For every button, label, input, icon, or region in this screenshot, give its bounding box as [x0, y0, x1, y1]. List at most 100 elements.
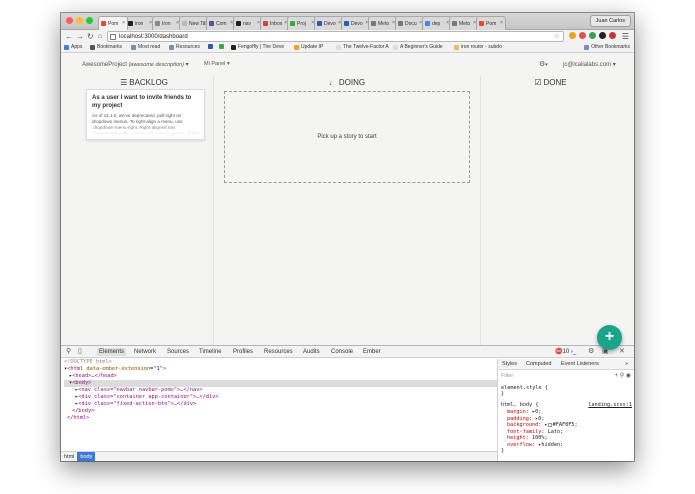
- devtools-tab-sources[interactable]: Sources: [167, 348, 189, 356]
- bookmark-icon: [294, 44, 299, 50]
- close-devtools-icon[interactable]: ✕: [619, 347, 625, 357]
- close-tab-icon[interactable]: ×: [500, 20, 503, 26]
- devtools-tab-resources[interactable]: Resources: [264, 348, 293, 356]
- dom-body-close[interactable]: </body>: [64, 408, 497, 415]
- other-bookmarks[interactable]: Other Bookmarks: [584, 44, 630, 50]
- device-mode-icon[interactable]: ▯: [78, 347, 82, 357]
- styles-pane: Styles Computed Event Listeners » Filter…: [497, 359, 634, 461]
- search-icon[interactable]: ⚲: [66, 347, 71, 357]
- home-icon[interactable]: ⌂: [98, 31, 102, 42]
- browser-tab[interactable]: Inbox ×: [260, 16, 290, 30]
- dom-div-container[interactable]: ▸<div class="container app-container">…<…: [64, 394, 497, 401]
- tab-label: Pom: [486, 20, 497, 27]
- bookmark-item[interactable]: Update IP: [294, 44, 323, 50]
- dom-html[interactable]: ▾<html data-ember-extension="1">: [64, 366, 497, 373]
- close-tab-icon[interactable]: ×: [122, 20, 125, 26]
- css-rule-selector[interactable]: html, body {: [501, 402, 538, 409]
- backlog-header: ☰ BACKLOG: [120, 78, 168, 87]
- tab-label: Com: [216, 20, 227, 27]
- browser-tab[interactable]: iron ×: [125, 16, 155, 30]
- dom-html-close[interactable]: </html>: [64, 415, 497, 422]
- color-swatch[interactable]: [547, 422, 552, 427]
- dom-doctype[interactable]: <!DOCTYPE html>: [64, 359, 497, 366]
- devtools-tab-network[interactable]: Network: [134, 348, 156, 356]
- doing-dropzone[interactable]: Pick up a story to start: [224, 91, 470, 183]
- folder-icon: [584, 44, 590, 50]
- profile-chip[interactable]: Juan Carlos: [589, 15, 631, 27]
- styles-filter-input[interactable]: Filter: [501, 373, 513, 379]
- element-style-close: }: [501, 391, 505, 397]
- user-dropdown[interactable]: jc@icalialabs.com ▾: [563, 61, 616, 68]
- extension-icon[interactable]: [569, 32, 576, 39]
- favicon-icon: [263, 21, 268, 26]
- brand[interactable]: AwesomeProject (awesome description) ▾: [82, 61, 189, 68]
- gear-icon[interactable]: ⚙: [588, 347, 594, 357]
- browser-tab[interactable]: Com ×: [206, 16, 236, 30]
- bookmark-item[interactable]: The Twelve-Factor A: [336, 44, 389, 50]
- devtools-tab-ember[interactable]: Ember: [363, 348, 381, 356]
- address-bar[interactable]: localhost:3000/dashboard ☆: [107, 31, 564, 42]
- browser-tab[interactable]: nav ×: [233, 16, 263, 30]
- css-source-link[interactable]: landing.scss:1: [588, 402, 632, 408]
- dom-body[interactable]: ▾<body>: [64, 380, 497, 387]
- tab-computed[interactable]: Computed: [526, 361, 551, 367]
- story-card[interactable]: As a user I want to invite friends to my…: [86, 89, 205, 140]
- devtools-tab-timeline[interactable]: Timeline: [199, 348, 221, 356]
- dom-nav[interactable]: ▸<nav class="navbar navbar-pomo">…</nav>: [64, 387, 497, 394]
- extension-icon[interactable]: [599, 32, 606, 39]
- browser-tab[interactable]: dep ×: [422, 16, 452, 30]
- settings-dropdown[interactable]: ⚙▾: [539, 60, 548, 68]
- browser-tab[interactable]: Meto ×: [368, 16, 398, 30]
- browser-tab[interactable]: Devo ×: [314, 16, 344, 30]
- browser-tab[interactable]: Proj ×: [287, 16, 317, 30]
- forward-icon[interactable]: →: [76, 31, 84, 42]
- extension-icon[interactable]: [579, 32, 586, 39]
- browser-tab[interactable]: Devo ×: [341, 16, 371, 30]
- tab-styles[interactable]: Styles: [502, 361, 517, 367]
- browser-tab[interactable]: Docu ×: [395, 16, 425, 30]
- download-icon[interactable]: [589, 32, 596, 39]
- reload-icon[interactable]: ↻: [87, 31, 94, 42]
- close-window-button[interactable]: [66, 17, 73, 24]
- back-icon[interactable]: ←: [65, 31, 73, 42]
- add-story-button[interactable]: +: [597, 325, 622, 350]
- bookmark-item[interactable]: Most read: [131, 44, 160, 50]
- css-property[interactable]: overflow: ▸hidden;: [507, 442, 563, 449]
- browser-tab[interactable]: Iron ×: [152, 16, 182, 30]
- error-counter[interactable]: ⛔10 ›_: [555, 348, 576, 355]
- new-rule-icon[interactable]: + ⚲ ◉: [615, 372, 631, 379]
- bookmark-icon: [231, 44, 236, 50]
- browser-tabs: Pom × iron × Iron × New Ta × Com × nav × Inbox × Proj ×…: [98, 16, 506, 30]
- devtools-tab-elements[interactable]: Elements: [97, 348, 127, 356]
- dom-div-fab[interactable]: ▸<div class="fixed-action-btn">…</div>: [64, 401, 497, 408]
- star-icon[interactable]: ☆: [554, 32, 560, 42]
- bookmark-item[interactable]: Bookmarks: [90, 44, 122, 50]
- devtools-tab-profiles[interactable]: Profiles: [233, 348, 253, 356]
- menu-icon[interactable]: ☰: [622, 31, 629, 42]
- breadcrumb-body[interactable]: body: [77, 452, 96, 461]
- bookmark-item[interactable]: A Beginner's Guide: [393, 44, 443, 50]
- tab-event-listeners[interactable]: Event Listeners: [561, 361, 599, 367]
- breadcrumb-html[interactable]: html: [61, 452, 77, 461]
- bookmark-item[interactable]: iron router - subdo: [454, 44, 502, 50]
- bookmark-item[interactable]: Resources: [169, 44, 200, 50]
- bookmark-item[interactable]: Fengoffly | The Deve: [231, 44, 284, 50]
- devtools-tab-audits[interactable]: Audits: [303, 348, 320, 356]
- browser-tab[interactable]: Pom ×: [476, 16, 506, 30]
- favicon-icon: [101, 21, 106, 26]
- extension-icon[interactable]: [609, 32, 616, 39]
- minimize-window-button[interactable]: [76, 17, 83, 24]
- zoom-window-button[interactable]: [86, 17, 93, 24]
- bookmark-item[interactable]: [208, 44, 215, 49]
- browser-tab[interactable]: New Ta ×: [179, 16, 209, 30]
- bookmark-item[interactable]: Apps: [64, 44, 82, 50]
- dom-head[interactable]: ▸<head>…</head>: [64, 373, 497, 380]
- bookmark-item[interactable]: [219, 44, 226, 49]
- element-style-rule[interactable]: element.style {: [501, 385, 548, 392]
- devtools-tab-console[interactable]: Console: [331, 348, 353, 356]
- browser-tab[interactable]: Meto ×: [449, 16, 479, 30]
- css-property-name: height: [507, 435, 526, 441]
- more-tabs-icon[interactable]: »: [625, 361, 628, 367]
- browser-tab[interactable]: Pom ×: [98, 16, 128, 30]
- panel-dropdown[interactable]: Mi Panel ▾: [204, 61, 230, 67]
